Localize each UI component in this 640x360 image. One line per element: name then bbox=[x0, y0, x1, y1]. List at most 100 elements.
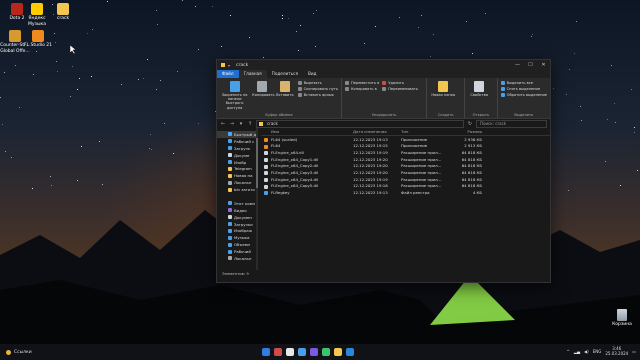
nav-item[interactable]: Изображ bbox=[217, 227, 258, 234]
new-folder-button[interactable]: Новая папка bbox=[430, 80, 456, 116]
nav-item-icon bbox=[228, 222, 232, 227]
refresh-icon[interactable]: ↻ bbox=[467, 121, 473, 127]
paste-shortcut-button[interactable]: Вставить ярлык bbox=[297, 93, 338, 97]
file-row[interactable]: FLRegkey 12.12.2023 19:13 Файл реестра 4 КБ bbox=[261, 189, 550, 196]
navigation-pane[interactable]: Быстрый д Рабочий с Загрузк Докуме Изобр Tele… bbox=[217, 128, 258, 270]
nav-item[interactable]: Новая па bbox=[217, 172, 258, 179]
nav-item[interactable]: Загрузк bbox=[217, 145, 258, 152]
minimize-button[interactable]: — bbox=[511, 60, 524, 70]
column-header-name[interactable]: Имя bbox=[261, 129, 353, 134]
file-date: 12.12.2023 19:19 bbox=[353, 149, 388, 155]
tab-file[interactable]: Файл bbox=[217, 70, 239, 78]
taskbar-app-icon[interactable] bbox=[346, 348, 354, 356]
quick-access-toolbar-icon[interactable]: ▾ bbox=[228, 63, 230, 68]
paste-button[interactable]: Вставить bbox=[275, 80, 294, 116]
file-row[interactable]: FLEngine_x64_Copy4.dll 12.12.2023 19:19 Ра… bbox=[261, 176, 550, 183]
maximize-button[interactable]: ☐ bbox=[524, 60, 537, 70]
desktop-icon-crack-folder[interactable]: crack bbox=[48, 3, 78, 22]
new-folder-icon bbox=[438, 81, 449, 92]
nav-item[interactable]: Загрузки bbox=[217, 221, 258, 228]
folder-icon bbox=[221, 63, 225, 67]
star bbox=[312, 12, 314, 14]
file-icon bbox=[264, 184, 268, 189]
copy-to-button[interactable]: Копировать в bbox=[345, 87, 379, 91]
nav-item[interactable]: Докумен bbox=[217, 214, 258, 221]
properties-button[interactable]: Свойства bbox=[468, 80, 490, 116]
volume-icon[interactable]: ◀) bbox=[584, 349, 589, 354]
copy-path-button[interactable]: Скопировать путь bbox=[297, 87, 338, 91]
desktop-icon-fl-studio[interactable]: FL Studio 21 bbox=[23, 30, 53, 49]
file-list[interactable]: Имя Дата изменения Тип Размер FL64 (scal… bbox=[258, 128, 550, 270]
file-type: Приложение bbox=[401, 136, 428, 142]
nav-item-icon bbox=[228, 201, 232, 206]
language-indicator[interactable]: ENG bbox=[593, 349, 602, 354]
move-to-button[interactable]: Переместить в bbox=[345, 81, 379, 85]
taskbar-app-icon[interactable] bbox=[274, 348, 282, 356]
column-header-date[interactable]: Дата изменения bbox=[353, 129, 401, 134]
notifications-icon[interactable]: ▭ bbox=[632, 349, 636, 354]
title-bar[interactable]: ▾ crack — ☐ ✕ bbox=[217, 60, 550, 70]
copy-to-icon bbox=[345, 87, 349, 91]
close-button[interactable]: ✕ bbox=[537, 60, 550, 70]
star bbox=[2, 123, 4, 125]
nav-item[interactable]: Музыка bbox=[217, 234, 258, 241]
up-arrow-icon[interactable]: ↑ bbox=[247, 121, 253, 127]
network-icon[interactable]: ▂▄ bbox=[574, 349, 580, 354]
nav-item[interactable]: Telegram bbox=[217, 165, 258, 172]
rename-button[interactable]: Переименовать bbox=[382, 87, 418, 91]
taskbar-links[interactable]: Ссылки bbox=[6, 349, 32, 355]
cut-button[interactable]: Вырезать bbox=[297, 81, 338, 85]
file-row[interactable]: FL64 (scaled) 12.12.2023 19:13 Приложение 2… bbox=[261, 136, 550, 143]
taskbar-app-icon[interactable] bbox=[322, 348, 330, 356]
clock[interactable]: 3:46 25.03.2024 bbox=[605, 346, 628, 356]
nav-item[interactable]: Рабочий с bbox=[217, 138, 258, 145]
taskbar-app-icon[interactable] bbox=[286, 348, 294, 356]
forward-arrow-icon[interactable]: → bbox=[229, 121, 235, 127]
file-row[interactable]: FL64 12.12.2023 19:15 Приложение 2 913 КБ bbox=[261, 142, 550, 149]
tray-chevron-icon[interactable]: ^ bbox=[567, 349, 570, 354]
file-row[interactable]: FLEngine_x64_Copy5.dll 12.12.2023 19:16 Ра… bbox=[261, 183, 550, 190]
nav-item[interactable]: Изобр bbox=[217, 159, 258, 166]
recent-locations-icon[interactable]: ▾ bbox=[238, 121, 244, 127]
nav-item[interactable]: Рабочий bbox=[217, 248, 258, 255]
tab-view[interactable]: Вид bbox=[303, 70, 322, 78]
taskbar-app-icon[interactable] bbox=[298, 348, 306, 356]
column-header-size[interactable]: Размер bbox=[454, 129, 482, 134]
file-row[interactable]: FLEngine_x64_Copy1.dll 12.12.2023 19:20 Ра… bbox=[261, 156, 550, 163]
file-row[interactable]: FLEngine_x64.dll 12.12.2023 19:19 Расширен… bbox=[261, 149, 550, 156]
nav-scrollbar[interactable] bbox=[256, 128, 258, 270]
copy-button[interactable]: Копировать bbox=[252, 80, 275, 116]
nav-item[interactable]: Объемн bbox=[217, 241, 258, 248]
address-bar[interactable]: crack bbox=[256, 119, 464, 128]
taskbar-app-icon[interactable] bbox=[262, 348, 270, 356]
taskbar-app-icon[interactable] bbox=[334, 348, 342, 356]
star bbox=[568, 68, 570, 70]
star bbox=[181, 0, 183, 1]
nav-item[interactable]: bin загото bbox=[217, 186, 258, 193]
nav-item[interactable]: Локальн bbox=[217, 255, 258, 262]
star bbox=[576, 20, 578, 22]
select-all-button[interactable]: Выделить все bbox=[500, 81, 547, 85]
search-input[interactable]: Поиск: crack bbox=[476, 119, 547, 128]
invert-selection-button[interactable]: Обратить выделение bbox=[500, 93, 547, 97]
tab-share[interactable]: Поделиться bbox=[267, 70, 303, 78]
nav-item[interactable]: Этот комп bbox=[217, 200, 258, 207]
file-row[interactable]: FLEngine_x64_Copy2.dll 12.12.2023 19:20 Ра… bbox=[261, 162, 550, 169]
file-icon bbox=[264, 178, 268, 183]
file-explorer-window[interactable]: ▾ crack — ☐ ✕ Файл Главная Поделиться Ви… bbox=[216, 59, 551, 283]
nav-item[interactable] bbox=[217, 193, 258, 200]
taskbar-app-icon[interactable] bbox=[310, 348, 318, 356]
column-header-type[interactable]: Тип bbox=[401, 129, 454, 134]
pin-quick-access-button[interactable]: Закрепить на панели быстрого доступа bbox=[220, 80, 249, 116]
nav-item[interactable]: Локальн bbox=[217, 179, 258, 186]
nav-item[interactable]: Видео bbox=[217, 207, 258, 214]
file-type: Расширение прил... bbox=[401, 156, 442, 162]
delete-button[interactable]: Удалить bbox=[382, 81, 418, 85]
nav-item[interactable]: Быстрый д bbox=[217, 131, 258, 138]
file-row[interactable]: FLEngine_x64_Copy3.dll 12.12.2023 19:20 Ра… bbox=[261, 169, 550, 176]
select-none-button[interactable]: Снять выделение bbox=[500, 87, 547, 91]
tab-home[interactable]: Главная bbox=[238, 70, 267, 78]
back-arrow-icon[interactable]: ← bbox=[220, 121, 226, 127]
nav-item[interactable]: Докуме bbox=[217, 152, 258, 159]
desktop-icon-recycle-bin[interactable]: Корзина bbox=[610, 309, 634, 327]
